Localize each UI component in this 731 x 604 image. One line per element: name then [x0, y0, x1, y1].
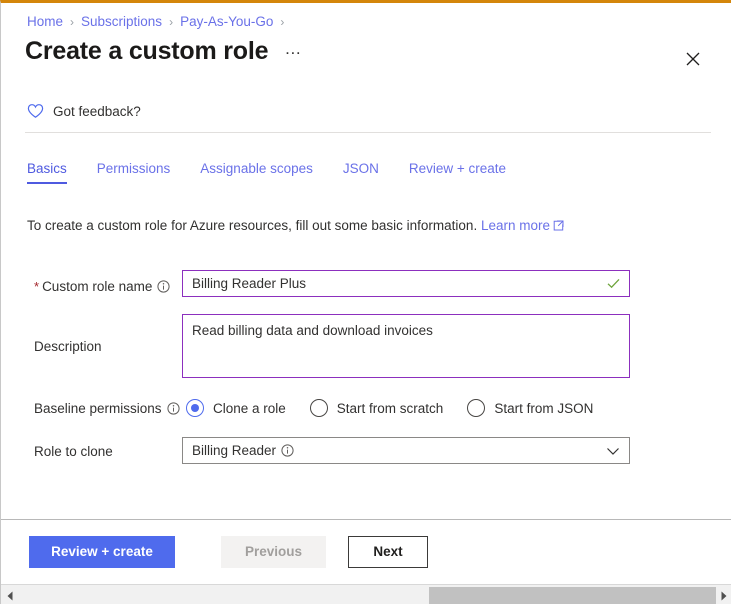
breadcrumb-item-home[interactable]: Home — [27, 14, 63, 29]
radio-clone-a-role-label: Clone a role — [213, 400, 286, 416]
review-create-button[interactable]: Review + create — [29, 535, 175, 568]
close-button[interactable] — [677, 43, 709, 75]
scroll-right-arrow-icon[interactable] — [715, 585, 731, 604]
baseline-permissions-radio-group: Clone a role Start from scratch Start fr… — [186, 399, 617, 417]
breadcrumb-separator: › — [70, 14, 75, 29]
breadcrumb: Home › Subscriptions › Pay-As-You-Go › — [27, 14, 291, 29]
radio-mark-icon — [467, 399, 486, 417]
create-custom-role-blade: Home › Subscriptions › Pay-As-You-Go › C… — [0, 0, 731, 604]
title-row: Create a custom role … — [25, 39, 711, 64]
next-button[interactable]: Next — [348, 535, 428, 568]
got-feedback-button[interactable]: Got feedback? — [27, 103, 141, 119]
scrollbar-thumb[interactable] — [429, 587, 716, 604]
intro-description: To create a custom role for Azure resour… — [27, 218, 478, 233]
intro-text: To create a custom role for Azure resour… — [27, 218, 564, 234]
breadcrumb-item-pay-as-you-go[interactable]: Pay-As-You-Go — [180, 14, 273, 29]
tab-permissions[interactable]: Permissions — [97, 161, 171, 184]
role-to-clone-value-wrap: Billing Reader — [192, 443, 606, 458]
breadcrumb-separator: › — [280, 14, 285, 29]
custom-role-name-label-text: Custom role name — [42, 279, 153, 294]
tab-json[interactable]: JSON — [343, 161, 379, 184]
required-marker: * — [34, 279, 40, 294]
more-menu-button[interactable]: … — [284, 40, 303, 63]
description-value: Read billing data and download invoices — [192, 323, 433, 338]
role-to-clone-label: Role to clone — [34, 444, 113, 459]
tab-basics[interactable]: Basics — [27, 161, 67, 184]
learn-more-link[interactable]: Learn more — [481, 218, 550, 233]
info-icon[interactable] — [281, 444, 294, 457]
custom-role-name-label: * Custom role name — [34, 279, 170, 294]
footer-actions: Review + create Previous Next — [1, 520, 731, 583]
page-title: Create a custom role — [25, 37, 269, 65]
breadcrumb-separator: › — [169, 14, 174, 29]
tab-review-create[interactable]: Review + create — [409, 161, 506, 184]
radio-start-from-json[interactable]: Start from JSON — [467, 399, 593, 417]
heart-icon — [27, 103, 44, 119]
description-label-text: Description — [34, 339, 102, 354]
got-feedback-label: Got feedback? — [53, 103, 141, 119]
previous-button: Previous — [221, 535, 326, 568]
radio-mark-icon — [186, 399, 204, 417]
description-textarea[interactable]: Read billing data and download invoices — [182, 314, 630, 378]
baseline-permissions-label: Baseline permissions — [34, 401, 180, 416]
radio-start-from-scratch[interactable]: Start from scratch — [309, 399, 444, 417]
tab-bar: Basics Permissions Assignable scopes JSO… — [27, 161, 536, 184]
header-divider — [25, 132, 711, 133]
role-to-clone-value: Billing Reader — [192, 443, 277, 458]
description-label: Description — [34, 339, 102, 354]
radio-start-from-scratch-label: Start from scratch — [336, 400, 444, 416]
radio-mark-icon — [309, 399, 328, 417]
checkmark-icon — [606, 276, 621, 291]
breadcrumb-item-subscriptions[interactable]: Subscriptions — [81, 14, 162, 29]
radio-start-from-json-label: Start from JSON — [494, 400, 594, 416]
tab-assignable-scopes[interactable]: Assignable scopes — [200, 161, 313, 184]
scroll-left-arrow-icon[interactable] — [1, 585, 18, 604]
info-icon[interactable] — [166, 402, 180, 415]
baseline-permissions-label-text: Baseline permissions — [34, 401, 162, 416]
horizontal-scrollbar[interactable] — [1, 584, 731, 604]
close-icon — [686, 52, 700, 66]
role-to-clone-dropdown[interactable]: Billing Reader — [182, 437, 630, 464]
radio-clone-a-role[interactable]: Clone a role — [186, 399, 286, 417]
custom-role-name-input[interactable]: Billing Reader Plus — [182, 270, 630, 297]
info-icon[interactable] — [157, 280, 170, 293]
custom-role-name-value: Billing Reader Plus — [192, 276, 307, 291]
external-link-icon — [553, 219, 564, 234]
role-to-clone-label-text: Role to clone — [34, 444, 113, 459]
scrollbar-track[interactable] — [18, 585, 716, 604]
chevron-down-icon — [606, 444, 620, 458]
